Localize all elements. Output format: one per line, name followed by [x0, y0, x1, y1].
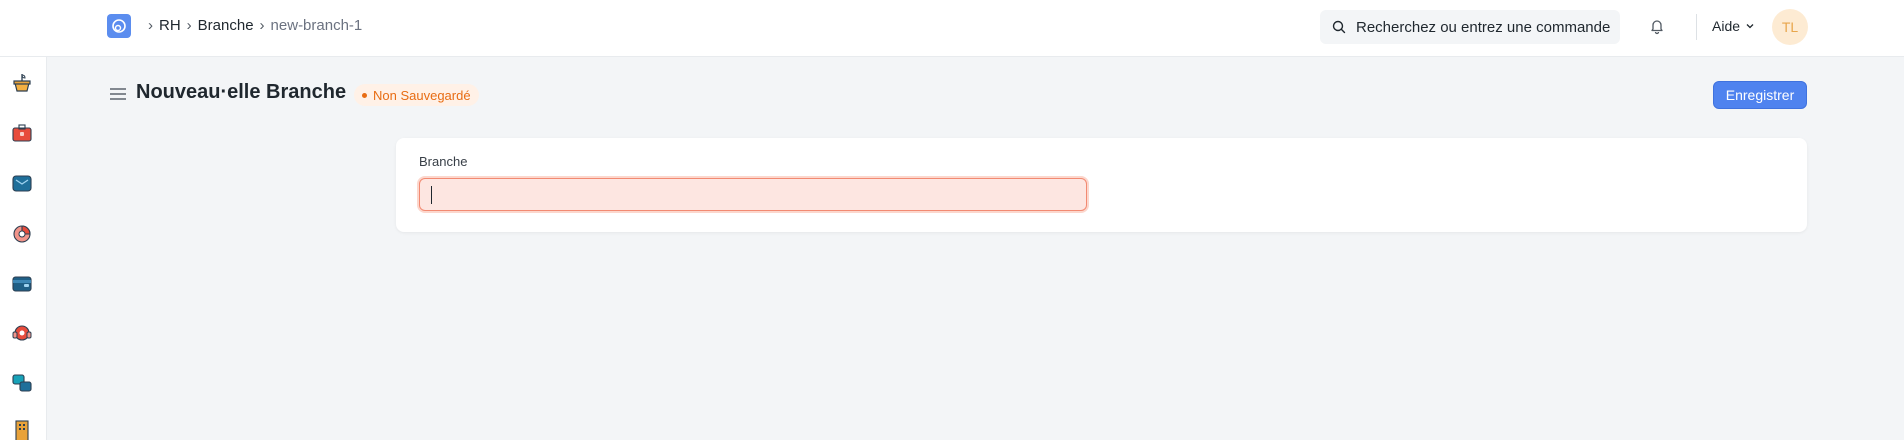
search-icon	[1332, 20, 1346, 34]
search-placeholder: Recherchez ou entrez une commande	[1356, 18, 1611, 36]
chevron-right-icon: ›	[186, 17, 192, 34]
page-title: Nouveau·elle Branche	[136, 81, 347, 103]
breadcrumb: › RH › Branche › new-branch-1	[142, 17, 362, 34]
wallet-icon[interactable]	[11, 272, 33, 294]
breadcrumb-rh[interactable]: RH	[159, 17, 181, 34]
chevron-right-icon: ›	[259, 17, 265, 34]
form-card: Branche	[396, 138, 1807, 232]
sidebar-toggle-icon[interactable]	[110, 87, 126, 106]
stack-icon[interactable]	[11, 372, 33, 394]
building-icon[interactable]	[11, 419, 33, 440]
navbar: › RH › Branche › new-branch-1 Recherchez…	[0, 0, 1904, 57]
app-sidebar	[0, 57, 47, 440]
plant-pot-icon[interactable]	[11, 72, 33, 94]
status-label: Non Sauvegardé	[373, 87, 471, 103]
status-dot	[362, 92, 367, 98]
breadcrumb-current: new-branch-1	[270, 17, 363, 34]
status-badge: Non Sauvegardé	[354, 84, 479, 106]
mail-icon[interactable]	[11, 172, 33, 194]
navbar-divider	[1696, 14, 1697, 40]
toolbox-icon[interactable]	[11, 122, 33, 144]
branche-input[interactable]	[419, 178, 1087, 211]
branche-field-label: Branche	[419, 154, 468, 169]
headset-icon[interactable]	[11, 322, 33, 344]
chevron-right-icon: ›	[148, 17, 153, 34]
app-logo-icon[interactable]	[107, 14, 131, 38]
help-dropdown[interactable]: Aide	[1712, 18, 1756, 34]
help-label: Aide	[1712, 18, 1741, 34]
text-cursor	[431, 186, 432, 204]
avatar[interactable]: TL	[1772, 9, 1808, 45]
breadcrumb-branche[interactable]: Branche	[198, 17, 254, 34]
notification-bell-icon[interactable]	[1649, 17, 1665, 40]
chevron-down-icon	[1746, 24, 1754, 29]
pie-chart-icon[interactable]	[11, 222, 33, 244]
save-button[interactable]: Enregistrer	[1713, 81, 1807, 109]
search-bar[interactable]: Recherchez ou entrez une commande	[1320, 10, 1620, 44]
